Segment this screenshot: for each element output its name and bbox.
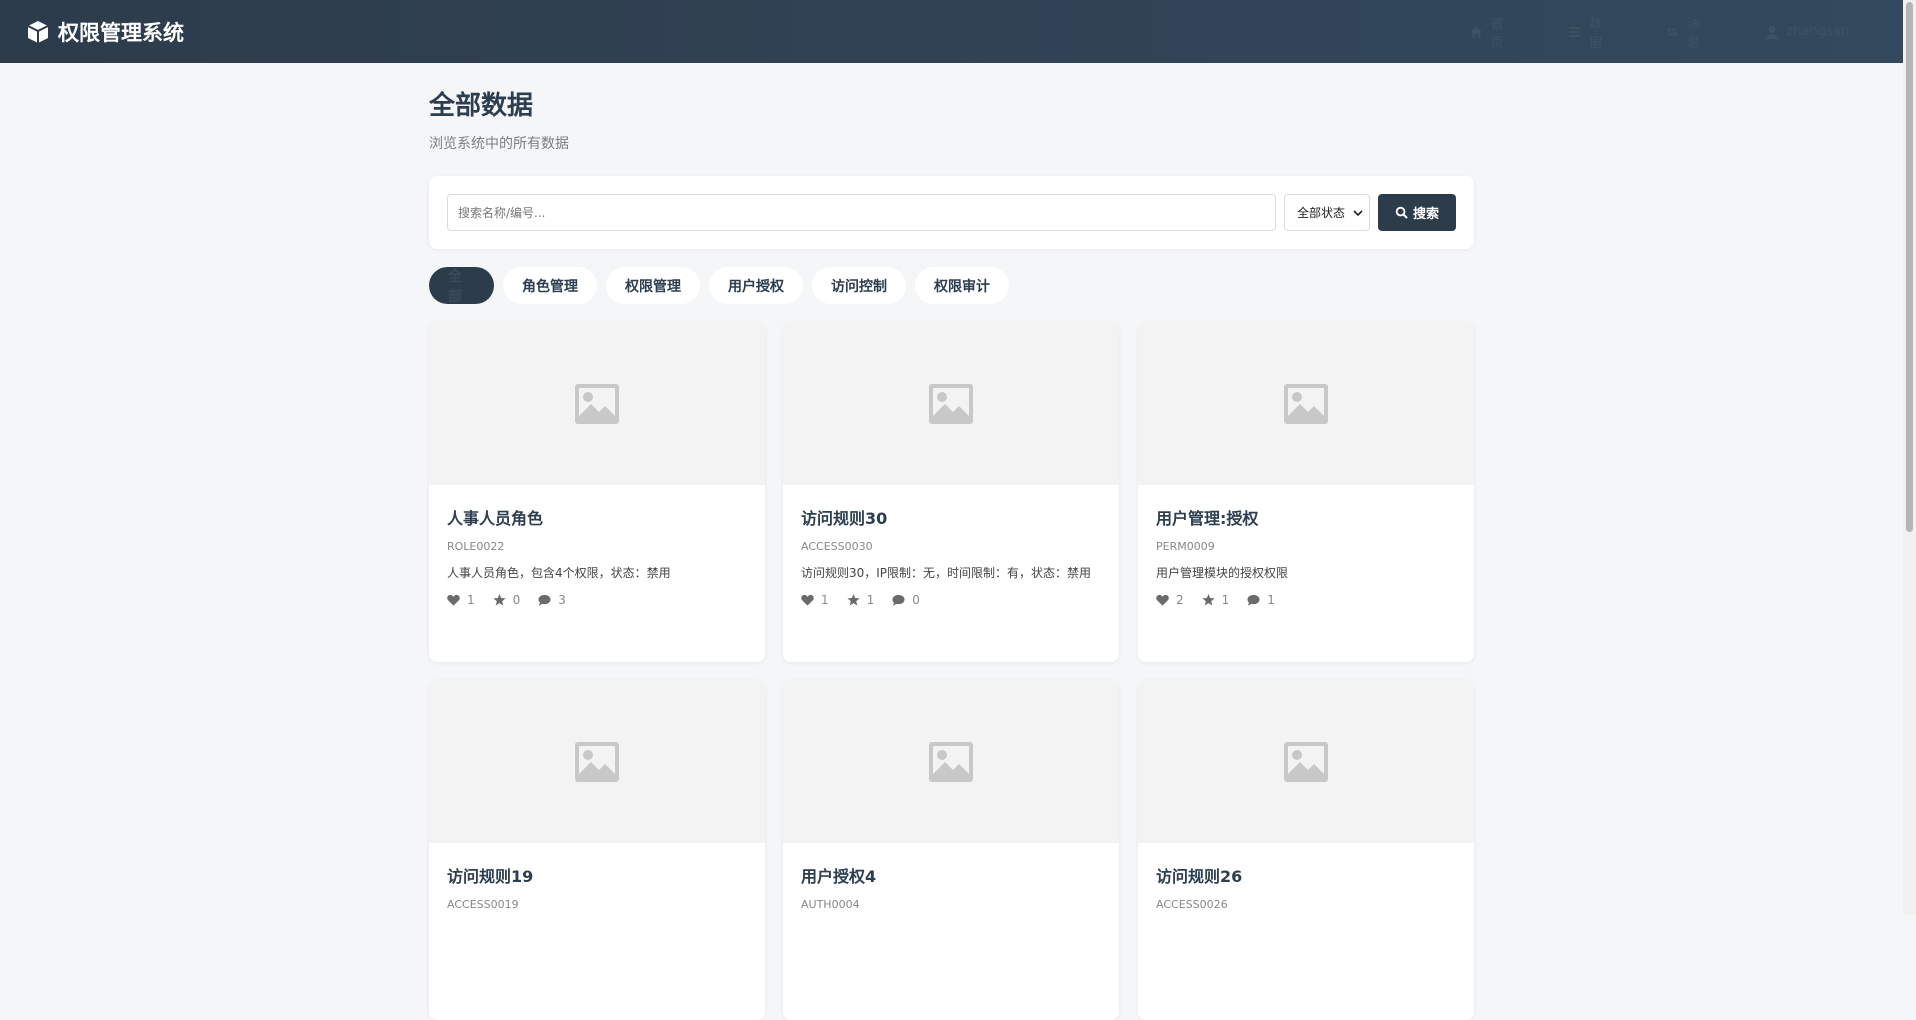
comment-icon <box>892 594 905 606</box>
scrollbar[interactable] <box>1903 0 1916 915</box>
star-icon <box>847 594 860 606</box>
page-subtitle: 浏览系统中的所有数据 <box>429 136 569 152</box>
brand-title: 权限管理系统 <box>58 20 184 45</box>
like-stat[interactable]: 1 <box>801 593 829 607</box>
card-description: 人事人员角色，包含4个权限，状态：禁用 <box>447 566 671 580</box>
like-stat[interactable]: 2 <box>1156 593 1184 607</box>
card-code: ACCESS0026 <box>1156 898 1228 911</box>
data-card[interactable]: 访问规则26 ACCESS0026 <box>1138 680 1474 1020</box>
card-image <box>1138 322 1474 485</box>
home-icon <box>1470 25 1482 38</box>
card-image <box>1138 680 1474 843</box>
tab-permission-audit[interactable]: 权限审计 <box>915 267 1009 304</box>
card-stats: 2 1 1 <box>1156 593 1456 607</box>
tab-user-authorization[interactable]: 用户授权 <box>709 267 803 304</box>
user-icon <box>1765 25 1778 39</box>
data-card[interactable]: 用户管理:授权 PERM0009 用户管理模块的授权权限 2 1 1 <box>1138 322 1474 662</box>
search-panel: 全部状态 搜索 <box>429 176 1474 249</box>
star-stat[interactable]: 1 <box>1202 593 1229 607</box>
card-code: PERM0009 <box>1156 540 1215 553</box>
nav-home[interactable]: 首页 <box>1470 13 1514 51</box>
comment-stat[interactable]: 3 <box>538 593 566 607</box>
card-image <box>429 680 765 843</box>
image-placeholder-icon <box>1284 383 1328 424</box>
list-icon <box>1568 26 1581 37</box>
card-title: 访问规则30 <box>801 509 888 528</box>
nav-data[interactable]: 数据 <box>1568 13 1612 51</box>
card-stats: 1 1 0 <box>801 593 1101 607</box>
top-navbar: 权限管理系统 首页 数据 消息 zhangsan <box>0 0 1903 63</box>
brand-logo[interactable]: 权限管理系统 <box>26 0 184 63</box>
exchange-icon <box>1667 25 1679 38</box>
star-stat[interactable]: 1 <box>847 593 874 607</box>
image-placeholder-icon <box>1284 741 1328 782</box>
nav-messages[interactable]: 消息 <box>1666 13 1710 51</box>
search-icon <box>1395 206 1408 219</box>
data-card[interactable]: 访问规则30 ACCESS0030 访问规则30，IP限制：无，时间限制：有，状… <box>783 322 1119 662</box>
search-button[interactable]: 搜索 <box>1378 194 1456 231</box>
tab-access-control[interactable]: 访问控制 <box>812 267 906 304</box>
card-image <box>783 680 1119 843</box>
status-select[interactable]: 全部状态 <box>1284 194 1370 231</box>
heart-icon <box>801 594 814 606</box>
nav-links: 首页 数据 消息 zhangsan <box>1470 0 1903 63</box>
card-title: 人事人员角色 <box>447 509 544 528</box>
card-code: AUTH0004 <box>801 898 860 911</box>
tab-permission-management[interactable]: 权限管理 <box>606 267 700 304</box>
chevron-down-icon <box>1353 209 1363 216</box>
star-stat[interactable]: 0 <box>493 593 520 607</box>
nav-user[interactable]: zhangsan <box>1765 24 1849 39</box>
comment-icon <box>1247 594 1260 606</box>
scrollbar-thumb[interactable] <box>1906 2 1913 532</box>
image-placeholder-icon <box>575 383 619 424</box>
card-title: 用户管理:授权 <box>1156 509 1259 528</box>
image-placeholder-icon <box>929 741 973 782</box>
cube-icon <box>27 20 49 43</box>
heart-icon <box>447 594 460 606</box>
like-stat[interactable]: 1 <box>447 593 475 607</box>
heart-icon <box>1156 594 1169 606</box>
card-stats: 1 0 3 <box>447 593 747 607</box>
card-code: ACCESS0030 <box>801 540 873 553</box>
card-code: ROLE0022 <box>447 540 505 553</box>
data-card[interactable]: 用户授权4 AUTH0004 <box>783 680 1119 1020</box>
card-title: 访问规则26 <box>1156 867 1243 886</box>
card-description: 访问规则30，IP限制：无，时间限制：有，状态：禁用 <box>801 566 1092 580</box>
image-placeholder-icon <box>929 383 973 424</box>
card-title: 用户授权4 <box>801 867 877 886</box>
search-input[interactable] <box>447 194 1276 231</box>
card-description: 用户管理模块的授权权限 <box>1156 566 1289 580</box>
card-image <box>783 322 1119 485</box>
data-card[interactable]: 人事人员角色 ROLE0022 人事人员角色，包含4个权限，状态：禁用 1 0 … <box>429 322 765 662</box>
comment-icon <box>538 594 551 606</box>
star-icon <box>493 594 506 606</box>
data-card[interactable]: 访问规则19 ACCESS0019 <box>429 680 765 1020</box>
card-image <box>429 322 765 485</box>
comment-stat[interactable]: 0 <box>892 593 920 607</box>
star-icon <box>1202 594 1215 606</box>
tab-all[interactable]: 全部 <box>429 267 494 305</box>
card-code: ACCESS0019 <box>447 898 519 911</box>
tab-role-management[interactable]: 角色管理 <box>503 267 597 304</box>
page-title: 全部数据 <box>429 91 534 121</box>
category-tabs: 全部 角色管理 权限管理 用户授权 访问控制 权限审计 <box>429 267 1009 305</box>
card-title: 访问规则19 <box>447 867 534 886</box>
image-placeholder-icon <box>575 741 619 782</box>
comment-stat[interactable]: 1 <box>1247 593 1275 607</box>
